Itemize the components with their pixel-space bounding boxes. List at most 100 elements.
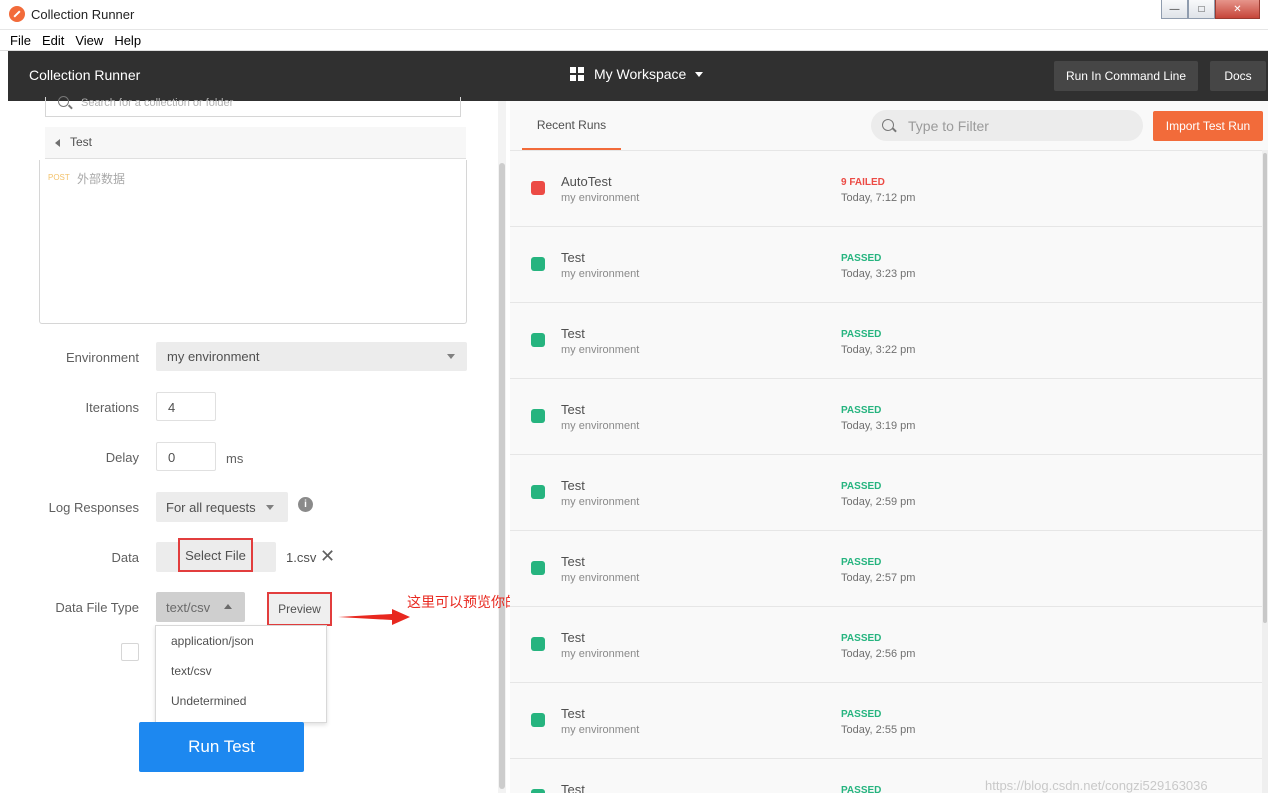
runner-config-panel: Search for a collection or folder Test P… bbox=[8, 96, 506, 793]
status-indicator bbox=[531, 637, 545, 651]
checkbox[interactable] bbox=[121, 643, 139, 661]
annotation-arrow-icon bbox=[338, 609, 410, 625]
run-name: AutoTest bbox=[561, 174, 612, 189]
info-icon[interactable]: i bbox=[298, 497, 313, 512]
chevron-down-icon bbox=[447, 354, 455, 359]
log-responses-value: For all requests bbox=[166, 500, 256, 515]
run-name: Test bbox=[561, 478, 585, 493]
dropdown-option-text-csv[interactable]: text/csv bbox=[156, 656, 326, 686]
request-list: POST 外部数据 bbox=[39, 160, 467, 324]
run-row[interactable]: Test my environment PASSED Today, 3:23 p… bbox=[510, 227, 1262, 303]
run-row[interactable]: AutoTest my environment 9 FAILED Today, … bbox=[510, 151, 1262, 227]
request-method-badge: POST bbox=[48, 173, 70, 182]
status-indicator bbox=[531, 713, 545, 727]
selected-file-name: 1.csv bbox=[286, 550, 317, 565]
import-test-run-button[interactable]: Import Test Run bbox=[1153, 111, 1263, 141]
environment-select[interactable]: my environment bbox=[156, 342, 467, 371]
status-indicator bbox=[531, 789, 545, 793]
run-name: Test bbox=[561, 402, 585, 417]
data-file-type-value: text/csv bbox=[166, 600, 211, 615]
maximize-icon[interactable]: □ bbox=[1188, 0, 1215, 19]
data-file-type-label: Data File Type bbox=[55, 600, 139, 615]
search-placeholder: Search for a collection or folder bbox=[81, 97, 234, 109]
run-status: PASSED bbox=[841, 633, 882, 644]
preview-button[interactable]: Preview bbox=[267, 592, 332, 626]
menu-file[interactable]: File bbox=[10, 33, 31, 48]
status-indicator bbox=[531, 257, 545, 271]
run-row[interactable]: Test my environment PASSED Today, 2:55 p… bbox=[510, 683, 1262, 759]
run-name: Test bbox=[561, 326, 585, 341]
chevron-down-icon bbox=[266, 505, 274, 510]
window-title: Collection Runner bbox=[31, 7, 135, 22]
run-status: PASSED bbox=[841, 709, 882, 720]
status-indicator bbox=[531, 409, 545, 423]
run-environment: my environment bbox=[561, 268, 640, 280]
environment-label: Environment bbox=[66, 350, 139, 365]
menu-help[interactable]: Help bbox=[114, 33, 141, 48]
run-row[interactable]: Test my environment PASSED Today, 2:56 p… bbox=[510, 607, 1262, 683]
collection-search-input[interactable]: Search for a collection or folder bbox=[45, 96, 461, 117]
run-status: PASSED bbox=[841, 405, 882, 416]
run-row[interactable]: Test my environment PASSED Today, 3:22 p… bbox=[510, 303, 1262, 379]
run-row[interactable]: Test my environment PASSED Today, 2:59 p… bbox=[510, 455, 1262, 531]
run-time: Today, 7:12 pm bbox=[841, 192, 916, 204]
dropdown-option-application-json[interactable]: application/json bbox=[156, 626, 326, 656]
run-status: PASSED bbox=[841, 481, 882, 492]
run-time: Today, 2:55 pm bbox=[841, 724, 916, 736]
run-row[interactable]: Test my environment PASSED Today, 2:57 p… bbox=[510, 531, 1262, 607]
filter-placeholder: Type to Filter bbox=[908, 118, 989, 134]
iterations-label: Iterations bbox=[85, 400, 139, 415]
close-window-icon[interactable]: ✕ bbox=[1215, 0, 1260, 19]
iterations-input[interactable]: 4 bbox=[156, 392, 216, 421]
run-time: Today, 3:19 pm bbox=[841, 420, 916, 432]
run-test-button[interactable]: Run Test bbox=[139, 722, 304, 772]
status-indicator bbox=[531, 561, 545, 575]
recent-runs-panel: Recent Runs Type to Filter Import Test R… bbox=[510, 101, 1268, 793]
search-icon bbox=[58, 96, 69, 107]
filter-input[interactable]: Type to Filter bbox=[871, 110, 1143, 141]
run-environment: my environment bbox=[561, 572, 640, 584]
run-time: Today, 3:23 pm bbox=[841, 268, 916, 280]
docs-button[interactable]: Docs bbox=[1210, 61, 1266, 91]
data-label: Data bbox=[111, 550, 139, 565]
run-environment: my environment bbox=[561, 420, 640, 432]
postman-logo-icon bbox=[9, 6, 25, 22]
run-time: Today, 2:56 pm bbox=[841, 648, 916, 660]
grid-icon bbox=[570, 67, 584, 81]
select-file-button[interactable]: Select File bbox=[178, 538, 253, 572]
data-file-type-select[interactable]: text/csv bbox=[156, 592, 245, 622]
menu-bar: File Edit View Help bbox=[0, 30, 1268, 51]
data-file-type-dropdown: application/json text/csv Undetermined bbox=[155, 625, 327, 723]
run-time: Today, 2:59 pm bbox=[841, 496, 916, 508]
run-status: 9 FAILED bbox=[841, 177, 885, 188]
window-controls: — □ ✕ bbox=[1161, 0, 1260, 19]
run-name: Test bbox=[561, 782, 585, 793]
right-scrollbar-thumb[interactable] bbox=[1263, 153, 1267, 623]
workspace-label: My Workspace bbox=[594, 66, 687, 82]
run-in-command-line-button[interactable]: Run In Command Line bbox=[1054, 61, 1198, 91]
tab-recent-runs[interactable]: Recent Runs bbox=[522, 101, 621, 151]
log-responses-select[interactable]: For all requests bbox=[156, 492, 288, 522]
delay-value: 0 bbox=[168, 450, 176, 465]
left-scrollbar-thumb[interactable] bbox=[499, 163, 505, 789]
minimize-icon[interactable]: — bbox=[1161, 0, 1188, 19]
environment-value: my environment bbox=[167, 349, 260, 364]
close-icon[interactable]: ✕ bbox=[320, 547, 335, 565]
page-title: Collection Runner bbox=[29, 67, 141, 83]
delay-input[interactable]: 0 bbox=[156, 442, 216, 471]
recent-runs-list: AutoTest my environment 9 FAILED Today, … bbox=[510, 150, 1262, 793]
dropdown-option-undetermined[interactable]: Undetermined bbox=[156, 686, 326, 716]
menu-edit[interactable]: Edit bbox=[42, 33, 64, 48]
run-time: Today, 3:22 pm bbox=[841, 344, 916, 356]
request-name[interactable]: 外部数据 bbox=[77, 170, 125, 187]
collection-breadcrumb[interactable]: Test bbox=[45, 127, 466, 159]
delay-label: Delay bbox=[105, 450, 139, 465]
workspace-switcher[interactable]: My Workspace bbox=[570, 66, 704, 82]
run-row[interactable]: Test my environment PASSED Today, 3:19 p… bbox=[510, 379, 1262, 455]
run-status: PASSED bbox=[841, 785, 882, 793]
status-indicator bbox=[531, 485, 545, 499]
run-environment: my environment bbox=[561, 724, 640, 736]
menu-view[interactable]: View bbox=[75, 33, 103, 48]
run-name: Test bbox=[561, 706, 585, 721]
watermark: https://blog.csdn.net/congzi529163036 bbox=[985, 778, 1208, 793]
